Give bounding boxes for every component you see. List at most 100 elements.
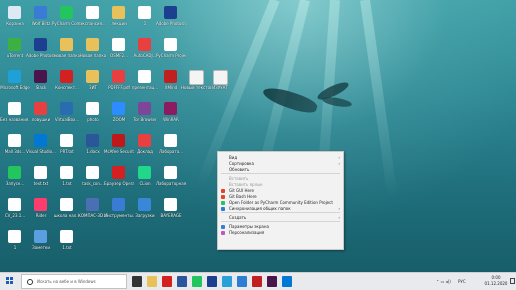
search-box[interactable]: Искать на вебе и в Windows — [21, 274, 127, 289]
pdf-icon — [138, 134, 151, 147]
desktop-icon[interactable]: Microsoft Edge — [0, 68, 30, 96]
desktop-icon[interactable]: Adobe Photosh... — [156, 4, 186, 32]
desktop-icon[interactable]: ЗИТ — [81, 68, 105, 96]
xmind-icon[interactable] — [252, 276, 262, 287]
document-icon — [164, 134, 177, 147]
opera-icon — [112, 166, 125, 179]
desktop-icon[interactable]: task_con... — [81, 164, 105, 192]
desktop-icon[interactable]: Корзина — [3, 4, 27, 32]
desktop-context-menu: Вид › Сортировка › Обновить Вставить Вставить … — [217, 151, 344, 250]
desktop-icon[interactable]: AutoCADJ... — [133, 36, 157, 64]
desktop-icon[interactable]: школа нал... — [54, 196, 80, 224]
opera-icon[interactable] — [162, 276, 172, 287]
app-icon — [112, 198, 125, 211]
slack-icon[interactable] — [267, 276, 277, 287]
store-icon[interactable] — [177, 276, 187, 287]
desktop-icon[interactable]: Загрузки — [133, 196, 157, 224]
pdf-icon — [34, 102, 47, 115]
desktop-icon[interactable]: Wolf Blitz — [29, 4, 53, 32]
telegram-icon[interactable] — [222, 276, 232, 287]
desktop-icon[interactable]: OSMF2... — [107, 36, 131, 64]
desktop-icon[interactable]: uTorrent — [3, 36, 27, 64]
desktop-icon[interactable]: ИЗУУАТ — [208, 68, 232, 96]
desktop-icon[interactable]: text.txt — [29, 164, 53, 192]
desktop-icon-label: Adobe Photosh... — [156, 21, 186, 26]
desktop-icon[interactable]: Заметки — [29, 228, 53, 256]
desktop-icon[interactable]: ловушки — [29, 100, 53, 128]
desktop-icon[interactable]: лекции — [107, 4, 131, 32]
desktop-icon[interactable]: Rider — [29, 196, 53, 224]
desktop-icon[interactable]: ZOOM — [107, 100, 131, 128]
desktop-icon[interactable]: PyCharm Projects — [156, 36, 186, 64]
start-button[interactable] — [0, 273, 20, 290]
notification-icon[interactable] — [510, 278, 515, 284]
desktop-icon[interactable]: Новая папка — [80, 36, 106, 64]
zoom-icon — [112, 102, 125, 115]
desktop-icon[interactable]: 1.txt — [55, 228, 79, 256]
desktop-icon[interactable]: PyCharm Communi... — [52, 4, 82, 32]
desktop-icon[interactable]: Mall 3ds... — [3, 132, 27, 160]
folder-icon — [60, 38, 73, 51]
desktop-icon[interactable]: Браузер Opera — [104, 164, 134, 192]
mail-icon[interactable] — [237, 276, 247, 287]
desktop-icon[interactable]: Visual Studio... — [26, 132, 56, 160]
document-icon — [86, 166, 99, 179]
file-explorer-icon[interactable] — [147, 276, 157, 287]
desktop-icon[interactable]: Запуск... — [3, 164, 27, 192]
desktop-icon[interactable]: Adobe Photosh... — [26, 36, 56, 64]
photoshop-icon[interactable] — [207, 276, 217, 287]
taskbar: Искать на вебе и в Windows ⌃ ▭ ◂)) РУС 0… — [0, 272, 516, 290]
desktop-icon[interactable]: Доклад — [133, 132, 157, 160]
desktop-icon[interactable]: 1.txt — [55, 164, 79, 192]
xmind-icon — [164, 70, 177, 83]
desktop-icon[interactable]: PDFFFF.pdf — [107, 68, 131, 96]
document-icon — [60, 198, 73, 211]
app-icon — [34, 6, 47, 19]
document-icon — [8, 230, 21, 243]
menu-item[interactable]: Персонализация — [218, 229, 343, 237]
document-icon — [60, 134, 73, 147]
desktop-icon[interactable]: Slack — [29, 68, 53, 96]
desktop-icon[interactable]: Без названия... — [0, 100, 30, 128]
desktop-icon[interactable]: 1 — [3, 228, 27, 256]
desktop-icon[interactable]: CV_23.1... — [3, 196, 27, 224]
pdf-icon — [138, 38, 151, 51]
desktop-icon[interactable]: презентац... — [132, 68, 158, 96]
document-icon — [138, 70, 151, 83]
desktop-icon[interactable]: Лаборато... — [159, 132, 183, 160]
desktop-icon[interactable]: WinRAR — [159, 100, 183, 128]
desktop-icon[interactable]: PRT.txt — [55, 132, 79, 160]
desktop-icon[interactable]: photo — [81, 100, 105, 128]
document-icon — [86, 6, 99, 19]
desktop-icon[interactable]: Новый текстовый — [181, 68, 211, 96]
clion-icon — [138, 166, 151, 179]
desktop-icon[interactable]: 1.docx — [81, 132, 105, 160]
desktop-icon[interactable]: экспансия... — [80, 4, 106, 32]
document-icon — [164, 38, 177, 51]
desktop-icon[interactable]: VirtualBox... — [55, 100, 79, 128]
menu-separator — [221, 173, 340, 174]
vscode-icon[interactable] — [282, 276, 292, 287]
task-view-icon[interactable] — [132, 276, 142, 287]
virtualbox-icon — [60, 102, 73, 115]
notes-icon — [34, 230, 47, 243]
pdf-icon — [112, 70, 125, 83]
clock[interactable]: 0:00 01.12.2020 — [484, 275, 508, 287]
desktop-icon[interactable]: Конспект... — [55, 68, 79, 96]
pycharm-icon — [8, 166, 21, 179]
desktop-icon[interactable]: новая папка — [54, 36, 80, 64]
desktop-icon[interactable]: CLion — [133, 164, 157, 192]
pycharm-icon[interactable] — [192, 276, 202, 287]
language-indicator[interactable]: РУС — [458, 273, 466, 290]
desktop-icon[interactable]: Инструменты... — [104, 196, 134, 224]
tray-icons[interactable]: ⌃ ▭ ◂)) — [436, 273, 451, 290]
rider-icon — [34, 198, 47, 211]
winrar-icon — [164, 102, 177, 115]
desktop-icon[interactable]: Tor Browser — [133, 100, 157, 128]
desktop-icon[interactable]: 1 — [133, 4, 157, 32]
desktop-icon[interactable]: BAYERAGE — [159, 196, 183, 224]
desktop-icon[interactable]: XMind — [159, 68, 183, 96]
desktop-icon[interactable]: McAfee Security — [104, 132, 134, 160]
desktop-icon[interactable]: Лабораторная... — [156, 164, 186, 192]
desktop-icon[interactable]: КОМПАС-3D Viewer v19 — [78, 196, 108, 224]
